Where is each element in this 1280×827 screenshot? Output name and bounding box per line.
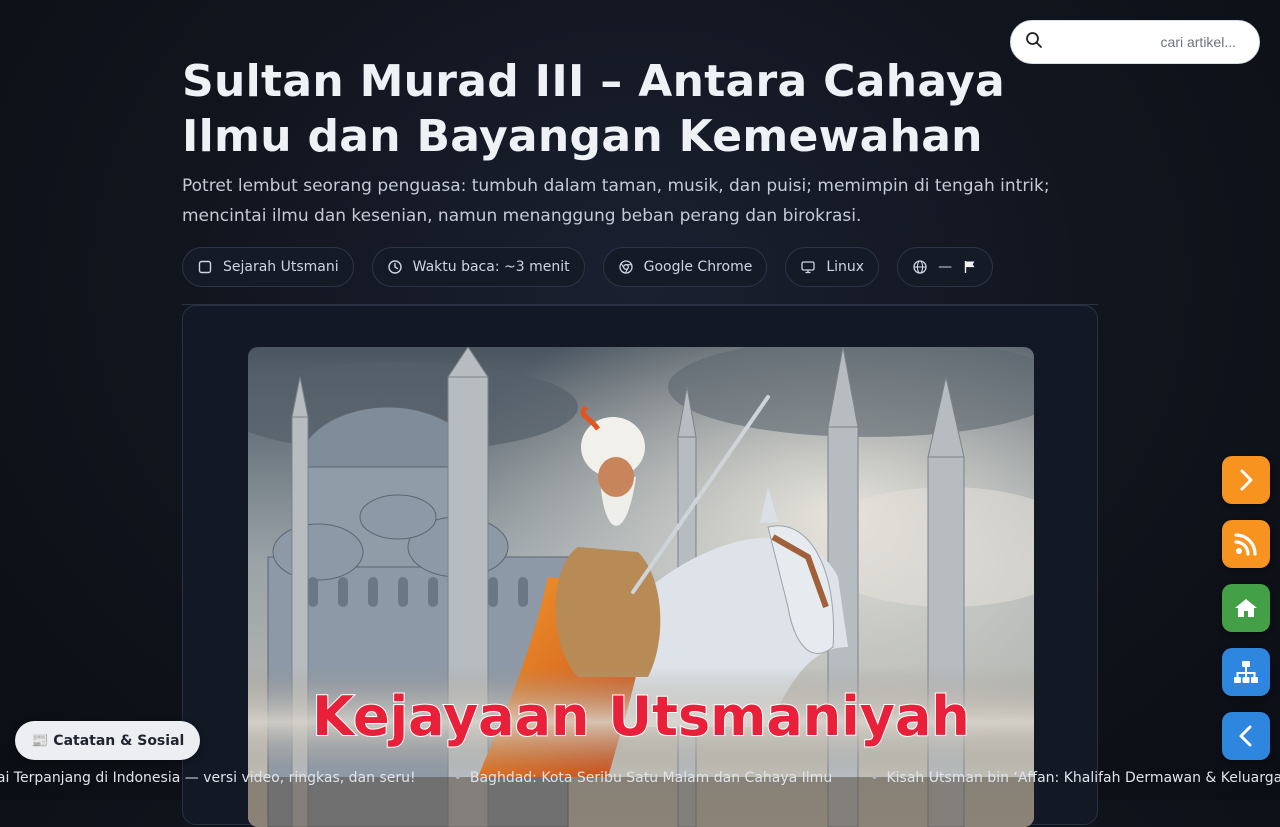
search-icon	[1025, 31, 1043, 53]
reading-time-pill: Waktu baca: ~3 menit	[371, 247, 585, 287]
rss-button[interactable]	[1222, 520, 1270, 568]
chevron-left-icon	[1232, 722, 1260, 750]
monitor-icon	[800, 259, 816, 275]
hero-overlay-text: Kejayaan Utsmaniyah	[312, 685, 970, 748]
social-notes-label: 📰 Catatan & Sosial	[31, 732, 185, 749]
reading-time-label: Waktu baca: ~3 menit	[412, 259, 570, 275]
square-icon	[197, 259, 213, 275]
article-meta: Sejarah Utsmani Waktu baca: ~3 menit Goo…	[182, 247, 994, 287]
flag-icon	[962, 259, 978, 275]
location-pill: —	[897, 247, 994, 287]
ticker-separator: •	[870, 770, 879, 786]
hero-card: Kejayaan Utsmaniyah	[182, 305, 1098, 827]
location-label: —	[938, 259, 953, 275]
search-input[interactable]	[1053, 33, 1262, 51]
previous-button[interactable]	[1222, 712, 1270, 760]
sitemap-button[interactable]	[1222, 648, 1270, 696]
ticker-item[interactable]: Kisah Utsman bin ‘Affan: Khalifah Dermaw…	[886, 770, 1280, 786]
browser-label: Google Chrome	[643, 259, 753, 275]
social-notes-button[interactable]: 📰 Catatan & Sosial	[15, 721, 201, 760]
chrome-icon	[618, 259, 634, 275]
ticker-item[interactable]: Baghdad: Kota Seribu Satu Malam dan Caha…	[470, 770, 832, 786]
rss-icon	[1232, 530, 1260, 558]
clock-icon	[387, 259, 403, 275]
news-ticker: gai Terpanjang di Indonesia — versi vide…	[0, 763, 1280, 795]
hero-image: Kejayaan Utsmaniyah	[248, 347, 1034, 827]
home-button[interactable]	[1222, 584, 1270, 632]
sitemap-icon	[1232, 658, 1260, 686]
os-pill: Linux	[785, 247, 880, 287]
article-subtitle: Potret lembut seorang penguasa: tumbuh d…	[182, 176, 1050, 226]
page-title: Sultan Murad III – Antara Cahaya Ilmu da…	[182, 56, 1005, 162]
category-label: Sejarah Utsmani	[223, 259, 339, 275]
ticker-track: gai Terpanjang di Indonesia — versi vide…	[0, 770, 1280, 786]
home-icon	[1232, 594, 1260, 622]
os-label: Linux	[826, 259, 865, 275]
chevron-right-icon	[1232, 466, 1260, 494]
ticker-item[interactable]: gai Terpanjang di Indonesia — versi vide…	[0, 770, 416, 786]
browser-pill: Google Chrome	[602, 247, 768, 287]
next-button[interactable]	[1222, 456, 1270, 504]
category-pill[interactable]: Sejarah Utsmani	[182, 247, 354, 287]
ticker-separator: •	[453, 770, 462, 786]
globe-icon	[912, 259, 928, 275]
